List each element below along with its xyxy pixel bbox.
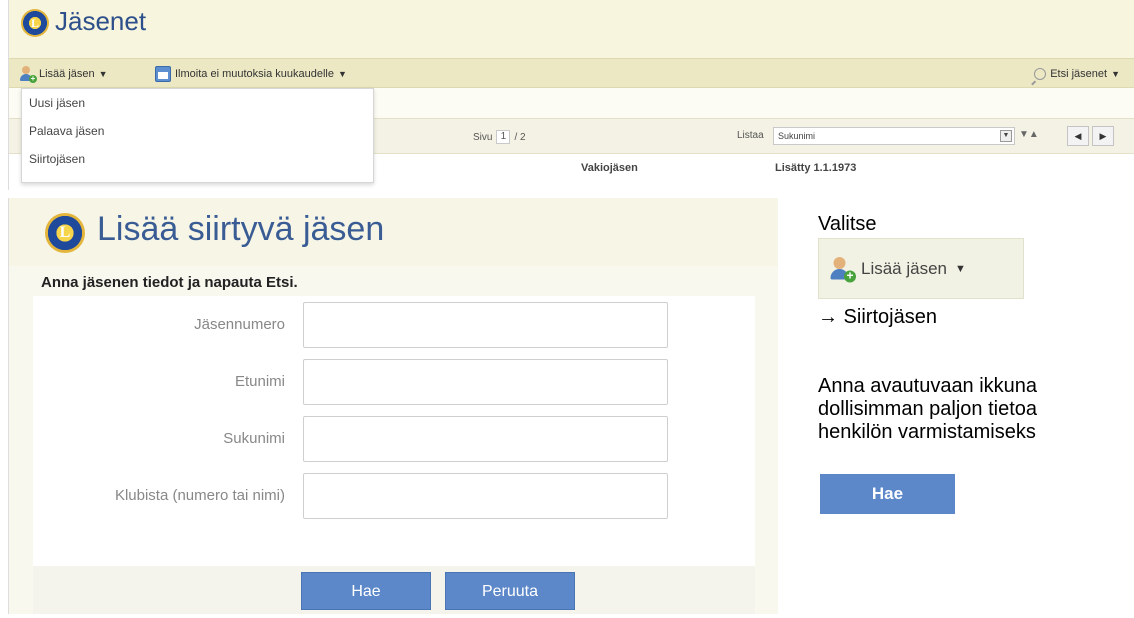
dialog-title: Lisää siirtyvä jäsen [97, 210, 385, 248]
next-page-button[interactable]: ▶ [1092, 126, 1114, 146]
chevron-down-icon: ▼ [98, 69, 108, 79]
last-name-label: Sukunimi [223, 430, 285, 447]
add-member-label: Lisää jäsen [39, 68, 95, 80]
instruction-line-1: Anna avautuvaan ikkuna [818, 375, 1038, 397]
toolbar: + Lisää jäsen ▼ Ilmoita ei muutoksia kuu… [9, 58, 1134, 88]
dialog-title-bar: L Lisää siirtyvä jäsen [9, 198, 778, 266]
title-bar: L Jäsenet [9, 0, 1134, 58]
club-label: Klubista (numero tai nimi) [114, 487, 285, 504]
chevron-down-icon: ▼ [337, 69, 347, 79]
search-members-button[interactable]: Etsi jäsenet ▼ [1028, 64, 1126, 84]
column-header[interactable]: Lisätty 1.1.1973 [775, 162, 856, 174]
lions-logo-icon: L [21, 9, 49, 37]
page-title: Jäsenet [55, 6, 147, 36]
example-add-member-button: + Lisää jäsen ▼ [818, 238, 1024, 299]
instruction-transfer-step: → Siirtojäsen [818, 306, 937, 328]
menu-item-transfer-member[interactable]: Siirtojäsen [22, 145, 373, 173]
chevron-down-icon: ▼ [1111, 69, 1120, 79]
dialog-button-bar: Hae Peruuta [33, 566, 755, 614]
dialog-instruction: Anna jäsenen tiedot ja napauta Etsi. [41, 274, 298, 291]
instruction-choose: Valitse [818, 213, 877, 235]
search-form: Jäsennumero Etunimi Sukunimi Klubista (n… [33, 296, 755, 566]
transfer-member-dialog: L Lisää siirtyvä jäsen Anna jäsenen tied… [8, 198, 778, 614]
chevron-down-icon: ▼ [1000, 130, 1012, 142]
instruction-line-3: henkilön varmistamiseks [818, 421, 1036, 443]
pager: Sivu 1 / 2 [473, 130, 526, 144]
report-no-changes-label: Ilmoita ei muutoksia kuukaudelle [175, 68, 334, 80]
chevron-down-icon: ▼ [955, 262, 966, 275]
example-search-button: Hae [820, 474, 955, 514]
sort-direction-icon[interactable]: ▼▲ [1019, 129, 1039, 140]
page-label: Sivu [473, 131, 493, 143]
cancel-button[interactable]: Peruuta [445, 572, 575, 610]
members-screenshot: L Jäsenet + Lisää jäsen ▼ Ilmoita ei muu… [8, 0, 1134, 190]
menu-item-returning-member[interactable]: Palaava jäsen [22, 117, 373, 145]
first-name-input[interactable] [303, 359, 668, 405]
club-input[interactable] [303, 473, 668, 519]
example-add-member-label: Lisää jäsen [861, 258, 948, 278]
search-icon [1034, 68, 1047, 80]
sort-selected-value: Sukunimi [778, 131, 816, 141]
sort-label: Listaa [737, 130, 764, 141]
add-user-icon: + [19, 66, 37, 83]
lions-logo-icon: L [45, 213, 85, 253]
first-name-label: Etunimi [234, 373, 285, 390]
column-header[interactable]: Vakiojäsen [581, 162, 638, 174]
add-member-button[interactable]: + Lisää jäsen ▼ [19, 64, 108, 84]
calendar-icon [155, 66, 171, 82]
member-number-input[interactable] [303, 302, 668, 348]
page-total: / 2 [514, 131, 526, 143]
last-name-input[interactable] [303, 416, 668, 462]
search-button[interactable]: Hae [301, 572, 431, 610]
add-member-menu: Uusi jäsen Palaava jäsen Siirtojäsen [21, 88, 374, 183]
menu-item-new-member[interactable]: Uusi jäsen [22, 89, 373, 117]
page-number-input[interactable]: 1 [496, 130, 511, 144]
search-members-label: Etsi jäsenet [1050, 68, 1108, 80]
instruction-line-2: dollisimman paljon tietoa [818, 398, 1038, 420]
member-number-label: Jäsennumero [194, 316, 285, 333]
prev-page-button[interactable]: ◀ [1067, 126, 1089, 146]
report-no-changes-button[interactable]: Ilmoita ei muutoksia kuukaudelle ▼ [155, 64, 347, 84]
sort-select[interactable]: Sukunimi ▼ [773, 127, 1015, 145]
add-user-icon: + [829, 256, 856, 282]
